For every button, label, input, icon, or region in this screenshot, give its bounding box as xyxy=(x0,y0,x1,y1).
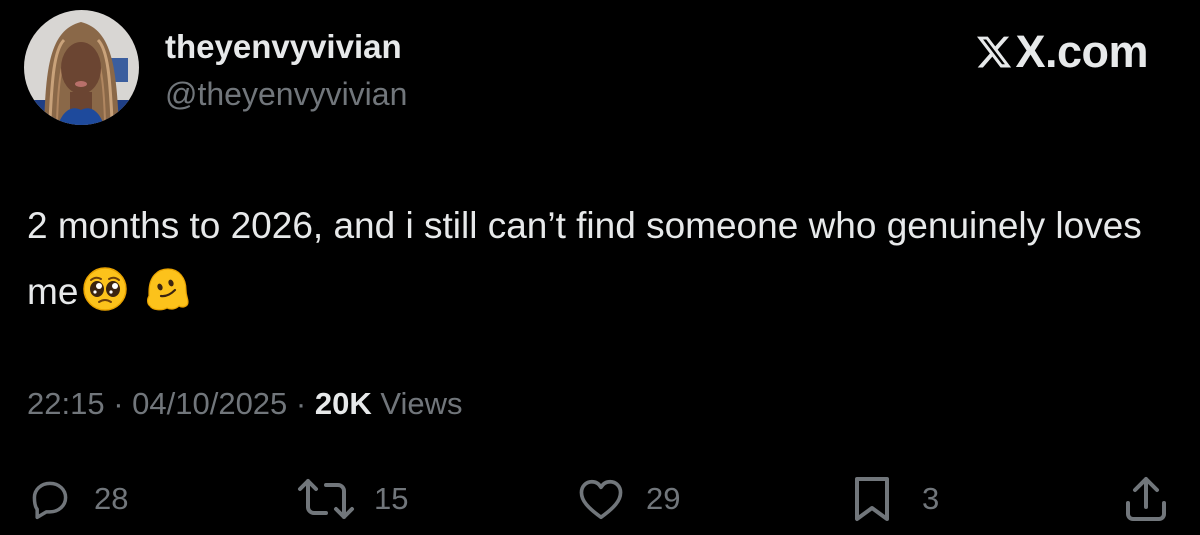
share-button[interactable] xyxy=(1124,474,1168,524)
repost-button[interactable]: 15 xyxy=(296,474,408,524)
action-bar: 28 15 29 3 xyxy=(0,474,1200,524)
repost-icon xyxy=(296,477,356,521)
display-name[interactable]: theyenvyvivian xyxy=(165,28,402,66)
brand-logo: X.com xyxy=(975,26,1148,78)
meta-separator: · xyxy=(104,386,133,421)
tweet-text: 2 months to 2026, and i still can’t find… xyxy=(27,193,1147,325)
bookmark-count: 3 xyxy=(922,481,940,516)
heart-icon xyxy=(578,477,624,521)
like-count: 29 xyxy=(646,481,681,516)
x-logo-icon xyxy=(975,33,1013,71)
reply-icon xyxy=(28,477,72,521)
like-button[interactable]: 29 xyxy=(578,474,680,524)
tweet-meta: 22:15 · 04/10/2025 · 20K Views xyxy=(27,386,462,422)
meta-separator: · xyxy=(287,386,315,421)
views-label: Views xyxy=(371,386,463,421)
melting-face-emoji-icon xyxy=(144,266,190,312)
brand-name: X.com xyxy=(1015,26,1148,77)
views-count: 20K xyxy=(314,386,372,421)
tweet-text-content: 2 months to 2026, and i still can’t find… xyxy=(27,205,1142,312)
tweet-date[interactable]: 04/10/2025 xyxy=(132,386,287,421)
share-icon xyxy=(1124,475,1168,523)
reply-button[interactable]: 28 xyxy=(28,474,128,524)
bookmark-icon xyxy=(852,475,892,523)
repost-count: 15 xyxy=(374,481,409,516)
bookmark-button[interactable]: 3 xyxy=(852,474,939,524)
user-handle[interactable]: @theyenvyvivian xyxy=(165,76,407,113)
reply-count: 28 xyxy=(94,481,129,516)
pleading-face-emoji-icon xyxy=(82,266,128,312)
avatar[interactable] xyxy=(24,10,139,125)
tweet-time[interactable]: 22:15 xyxy=(27,386,105,421)
